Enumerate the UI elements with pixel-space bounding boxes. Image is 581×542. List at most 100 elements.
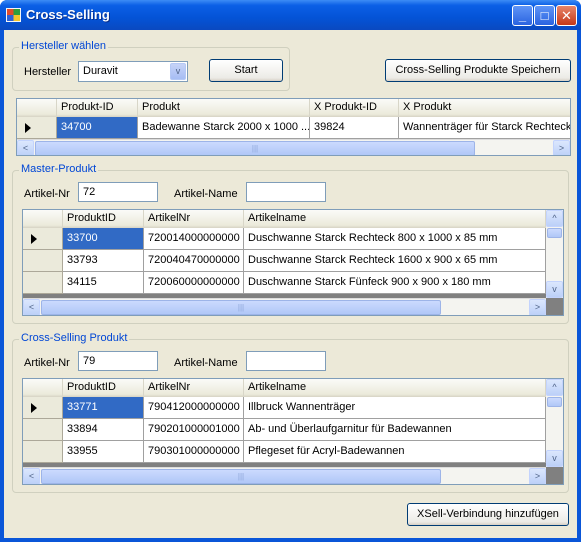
scrollbar-thumb[interactable]	[547, 397, 562, 407]
hersteller-group-title: Hersteller wählen	[19, 40, 108, 52]
column-header[interactable]: ArtikelNr	[144, 210, 244, 228]
cell-artikelname[interactable]: Duschwanne Starck Fünfeck 900 x 900 x 18…	[244, 272, 546, 294]
grid-header: ProduktID ArtikelNr Artikelname	[23, 379, 546, 397]
scroll-right-icon[interactable]: >	[529, 468, 546, 484]
column-header[interactable]: X Produkt	[399, 99, 570, 117]
cell-artikelname[interactable]: Ab- und Überlaufgarnitur für Badewannen	[244, 419, 546, 441]
horizontal-scrollbar[interactable]: < ||| >	[23, 298, 546, 315]
app-icon	[6, 8, 21, 22]
vertical-scrollbar[interactable]: ^ v	[546, 379, 563, 467]
table-row[interactable]: 33793 720040470000000 Duschwanne Starck …	[23, 250, 546, 272]
master-artikel-name-label: Artikel-Name	[174, 188, 238, 200]
master-artikel-nr-input[interactable]: 72	[78, 182, 158, 202]
table-row[interactable]: 34115 720060000000000 Duschwanne Starck …	[23, 272, 546, 294]
client-area: Hersteller wählen Hersteller Duravit v S…	[4, 30, 577, 538]
cross-selling-grid[interactable]: Produkt-ID Produkt X Produkt-ID X Produk…	[16, 98, 571, 156]
scroll-up-icon[interactable]: ^	[546, 379, 563, 396]
scroll-right-icon[interactable]: >	[553, 140, 570, 155]
grid-body: 34700 Badewanne Starck 2000 x 1000 ... 3…	[17, 117, 570, 139]
save-cross-selling-button[interactable]: Cross-Selling Produkte Speichern	[385, 59, 571, 82]
scrollbar-thumb[interactable]	[547, 228, 562, 238]
table-row[interactable]: 34700 Badewanne Starck 2000 x 1000 ... 3…	[17, 117, 570, 139]
table-row[interactable]: 33894 790201000001000 Ab- und Überlaufga…	[23, 419, 546, 441]
scroll-right-icon[interactable]: >	[529, 299, 546, 315]
scroll-left-icon[interactable]: <	[17, 140, 34, 155]
column-header[interactable]: ArtikelNr	[144, 379, 244, 397]
cell-produkt[interactable]: Badewanne Starck 2000 x 1000 ...	[138, 117, 310, 139]
master-group-title: Master-Produkt	[19, 163, 99, 175]
scrollbar-thumb[interactable]: |||	[35, 141, 475, 155]
cell-artikelname[interactable]: Pflegeset für Acryl-Badewannen	[244, 441, 546, 463]
vertical-scrollbar[interactable]: ^ v	[546, 210, 563, 298]
cell-artikel-nr[interactable]: 790412000000000	[144, 397, 244, 419]
scroll-up-icon[interactable]: ^	[546, 210, 563, 227]
cell-x-produkt-id[interactable]: 39824	[310, 117, 399, 139]
column-header[interactable]: Produkt	[138, 99, 310, 117]
scroll-left-icon[interactable]: <	[23, 299, 40, 315]
horizontal-scrollbar[interactable]: < ||| >	[17, 139, 570, 155]
grid-body: 33771 790412000000000 Illbruck Wannenträ…	[23, 397, 546, 463]
cell-produkt-id[interactable]: 33955	[63, 441, 144, 463]
window-title: Cross-Selling	[26, 7, 110, 22]
cell-artikel-nr[interactable]: 790201000001000	[144, 419, 244, 441]
cell-x-produkt[interactable]: Wannenträger für Starck Rechteck	[399, 117, 570, 139]
maximize-button[interactable]: □	[534, 5, 555, 26]
hersteller-select-value: Duravit	[83, 65, 118, 77]
header-corner	[23, 379, 63, 397]
column-header[interactable]: X Produkt-ID	[310, 99, 399, 117]
scrollbar-thumb[interactable]: |||	[41, 469, 441, 484]
cell-produkt-id[interactable]: 33771	[63, 397, 144, 419]
cross-selling-product-grid[interactable]: ProduktID ArtikelNr Artikelname 33771 79…	[22, 378, 564, 485]
cell-artikel-nr[interactable]: 790301000000000	[144, 441, 244, 463]
cross-group-title: Cross-Selling Produkt	[19, 332, 130, 344]
close-button[interactable]: ✕	[556, 5, 577, 26]
column-header[interactable]: ProduktID	[63, 379, 144, 397]
table-row[interactable]: 33700 720014000000000 Duschwanne Starck …	[23, 228, 546, 250]
cross-artikel-nr-input[interactable]: 79	[78, 351, 158, 371]
cell-produkt-id[interactable]: 33700	[63, 228, 144, 250]
row-selector[interactable]	[23, 419, 63, 441]
row-selector[interactable]	[23, 272, 63, 294]
cell-produkt-id[interactable]: 33894	[63, 419, 144, 441]
column-header[interactable]: Artikelname	[244, 210, 546, 228]
scrollbar-thumb[interactable]: |||	[41, 300, 441, 315]
cell-artikelname[interactable]: Duschwanne Starck Rechteck 800 x 1000 x …	[244, 228, 546, 250]
app-window: Cross-Selling _ □ ✕ Hersteller wählen He…	[0, 0, 581, 542]
cell-artikelname[interactable]: Illbruck Wannenträger	[244, 397, 546, 419]
master-product-grid[interactable]: ProduktID ArtikelNr Artikelname 33700 72…	[22, 209, 564, 316]
cell-produkt-id[interactable]: 34700	[57, 117, 138, 139]
minimize-button[interactable]: _	[512, 5, 533, 26]
scroll-down-icon[interactable]: v	[546, 281, 563, 298]
grid-header: Produkt-ID Produkt X Produkt-ID X Produk…	[17, 99, 570, 117]
column-header[interactable]: Produkt-ID	[57, 99, 138, 117]
cross-artikel-name-input[interactable]	[246, 351, 326, 371]
hersteller-select[interactable]: Duravit v	[78, 61, 188, 82]
row-selector-current[interactable]	[17, 117, 57, 139]
row-selector-current[interactable]	[23, 228, 63, 250]
start-button[interactable]: Start	[209, 59, 283, 82]
cell-artikel-nr[interactable]: 720014000000000	[144, 228, 244, 250]
scroll-left-icon[interactable]: <	[23, 468, 40, 484]
table-row[interactable]: 33955 790301000000000 Pflegeset für Acry…	[23, 441, 546, 463]
row-selector-current[interactable]	[23, 397, 63, 419]
grid-body: 33700 720014000000000 Duschwanne Starck …	[23, 228, 546, 294]
table-row[interactable]: 33771 790412000000000 Illbruck Wannenträ…	[23, 397, 546, 419]
cell-produkt-id[interactable]: 33793	[63, 250, 144, 272]
row-selector[interactable]	[23, 441, 63, 463]
header-corner	[17, 99, 57, 117]
master-artikel-nr-label: Artikel-Nr	[24, 188, 70, 200]
chevron-down-icon[interactable]: v	[170, 63, 186, 80]
cell-artikelname[interactable]: Duschwanne Starck Rechteck 1600 x 900 x …	[244, 250, 546, 272]
column-header[interactable]: Artikelname	[244, 379, 546, 397]
cell-produkt-id[interactable]: 34115	[63, 272, 144, 294]
row-selector[interactable]	[23, 250, 63, 272]
grid-header: ProduktID ArtikelNr Artikelname	[23, 210, 546, 228]
column-header[interactable]: ProduktID	[63, 210, 144, 228]
scroll-down-icon[interactable]: v	[546, 450, 563, 467]
master-artikel-name-input[interactable]	[246, 182, 326, 202]
title-bar[interactable]: Cross-Selling _ □ ✕	[0, 0, 581, 30]
add-xsell-connection-button[interactable]: XSell-Verbindung hinzufügen	[407, 503, 569, 526]
horizontal-scrollbar[interactable]: < ||| >	[23, 467, 546, 484]
cell-artikel-nr[interactable]: 720060000000000	[144, 272, 244, 294]
cell-artikel-nr[interactable]: 720040470000000	[144, 250, 244, 272]
